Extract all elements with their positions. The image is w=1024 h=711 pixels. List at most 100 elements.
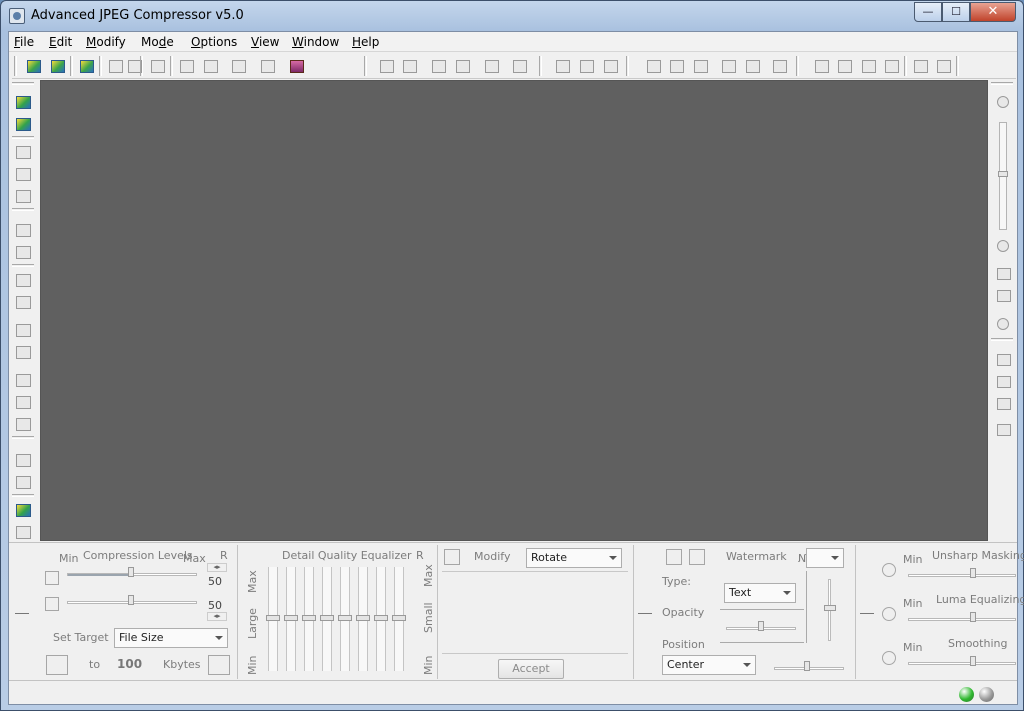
app-icon[interactable] xyxy=(9,8,25,24)
columns-icon[interactable] xyxy=(14,322,32,338)
eq-thumb[interactable] xyxy=(338,615,352,621)
layer-up-icon[interactable] xyxy=(14,222,32,238)
fit-icon[interactable] xyxy=(933,56,953,76)
blocks-small-icon[interactable] xyxy=(14,416,32,432)
smoothing-toggle-icon[interactable] xyxy=(882,651,896,665)
watermark-type-select[interactable]: Text xyxy=(724,583,796,603)
watermark-vertical-slider[interactable] xyxy=(824,579,836,641)
eq-thumb[interactable] xyxy=(356,615,370,621)
view-original-icon[interactable] xyxy=(995,352,1012,368)
sharpen-icon[interactable] xyxy=(14,452,32,468)
eq-band-2[interactable] xyxy=(284,567,298,671)
cascade-icon[interactable] xyxy=(811,56,831,76)
open-folder-icon[interactable] xyxy=(47,56,67,76)
zoom-slider-thumb[interactable] xyxy=(998,171,1008,177)
eq-thumb[interactable] xyxy=(302,615,316,621)
eq-thumb[interactable] xyxy=(266,615,280,621)
toolbar-grip[interactable] xyxy=(12,82,34,85)
target-right-button[interactable] xyxy=(208,655,230,675)
menu-file[interactable]: File xyxy=(14,35,34,49)
zoom-slider[interactable] xyxy=(998,122,1008,230)
slider-thumb[interactable] xyxy=(824,605,836,611)
opacity-slider[interactable] xyxy=(726,621,796,633)
watermark-number-select[interactable] xyxy=(806,548,844,568)
layer-down-icon[interactable] xyxy=(14,244,32,260)
view-compressed-icon[interactable] xyxy=(995,374,1012,390)
slider-thumb[interactable] xyxy=(128,595,134,605)
tile-horizontal-icon[interactable] xyxy=(834,56,854,76)
navigator-icon[interactable] xyxy=(995,316,1012,332)
batch-icon[interactable] xyxy=(14,94,32,110)
modify-operation-select[interactable]: Rotate xyxy=(526,548,622,568)
eq-band-3[interactable] xyxy=(302,567,316,671)
magic-wand-icon[interactable] xyxy=(14,116,32,132)
rotate-select-icon[interactable] xyxy=(600,56,620,76)
two-columns-icon[interactable] xyxy=(14,344,32,360)
blocks-icon[interactable] xyxy=(14,372,32,388)
eq-band-5[interactable] xyxy=(338,567,352,671)
grid-fine-icon[interactable] xyxy=(14,294,32,310)
menu-modify[interactable]: Modify xyxy=(86,35,126,49)
watermark-horizontal-slider[interactable] xyxy=(774,661,844,673)
slider-thumb[interactable] xyxy=(128,567,134,577)
slider-thumb[interactable] xyxy=(970,568,976,578)
toolbar-grip[interactable] xyxy=(14,56,17,76)
redo-icon[interactable] xyxy=(14,166,32,182)
paste-icon[interactable] xyxy=(399,56,419,76)
eq-band-6[interactable] xyxy=(356,567,370,671)
eq-thumb[interactable] xyxy=(374,615,388,621)
zoom-out-icon[interactable] xyxy=(995,238,1012,254)
toolbar-grip[interactable] xyxy=(991,82,1013,85)
copy-icon[interactable] xyxy=(376,56,396,76)
slider-thumb[interactable] xyxy=(970,656,976,666)
minimize-button[interactable]: — xyxy=(914,2,942,22)
eq-band-8[interactable] xyxy=(392,567,406,671)
history-icon[interactable] xyxy=(14,188,32,204)
slider-thumb[interactable] xyxy=(970,612,976,622)
save-as-icon[interactable] xyxy=(200,56,220,76)
compare-icon[interactable] xyxy=(509,56,529,76)
menu-mode[interactable]: Mode xyxy=(141,35,174,49)
eq-band-7[interactable] xyxy=(374,567,388,671)
target-value[interactable]: 100 xyxy=(117,657,142,671)
cut-icon[interactable] xyxy=(428,56,448,76)
select-region-icon[interactable] xyxy=(718,56,738,76)
actual-size-icon[interactable] xyxy=(995,288,1012,304)
save-icon[interactable] xyxy=(76,56,96,76)
windows-icon[interactable] xyxy=(910,56,930,76)
preview-icon[interactable] xyxy=(481,56,501,76)
close-button[interactable]: ✕ xyxy=(970,2,1016,22)
menu-view[interactable]: View xyxy=(251,35,279,49)
eq-thumb[interactable] xyxy=(320,615,334,621)
panel-grip[interactable] xyxy=(638,549,652,675)
menu-options[interactable]: Options xyxy=(191,35,237,49)
menu-help[interactable]: Help xyxy=(352,35,379,49)
smoothing-slider[interactable] xyxy=(908,656,1016,668)
level2-spinner[interactable]: ◂▸ xyxy=(207,612,227,621)
unsharp-slider[interactable] xyxy=(908,568,1016,580)
accept-button[interactable]: Accept xyxy=(498,659,564,679)
invert-select-icon[interactable] xyxy=(769,56,789,76)
undo-icon[interactable] xyxy=(14,144,32,160)
zoom-in-icon[interactable] xyxy=(995,94,1012,110)
view-diff-icon[interactable] xyxy=(995,422,1012,438)
help-book-icon[interactable] xyxy=(286,56,306,76)
info-icon[interactable] xyxy=(257,56,277,76)
target-left-button[interactable] xyxy=(46,655,68,675)
open-icon[interactable] xyxy=(23,56,43,76)
slider-thumb[interactable] xyxy=(804,661,810,671)
eq-thumb[interactable] xyxy=(284,615,298,621)
crop-icon[interactable] xyxy=(452,56,472,76)
arrange-icon[interactable] xyxy=(881,56,901,76)
title-bar[interactable]: Advanced JPEG Compressor v5.0 — ☐ ✕ xyxy=(1,1,1023,31)
luma-eq-toggle-icon[interactable] xyxy=(882,607,896,621)
save-jpeg-icon[interactable] xyxy=(176,56,196,76)
panel-grip[interactable] xyxy=(15,549,29,675)
lasso-select-icon[interactable] xyxy=(690,56,710,76)
tile-vertical-icon[interactable] xyxy=(858,56,878,76)
soften-icon[interactable] xyxy=(14,474,32,490)
scan-icon[interactable] xyxy=(147,56,167,76)
menu-edit[interactable]: Edit xyxy=(49,35,72,49)
print-icon[interactable] xyxy=(105,56,125,76)
hand-icon[interactable] xyxy=(552,56,572,76)
